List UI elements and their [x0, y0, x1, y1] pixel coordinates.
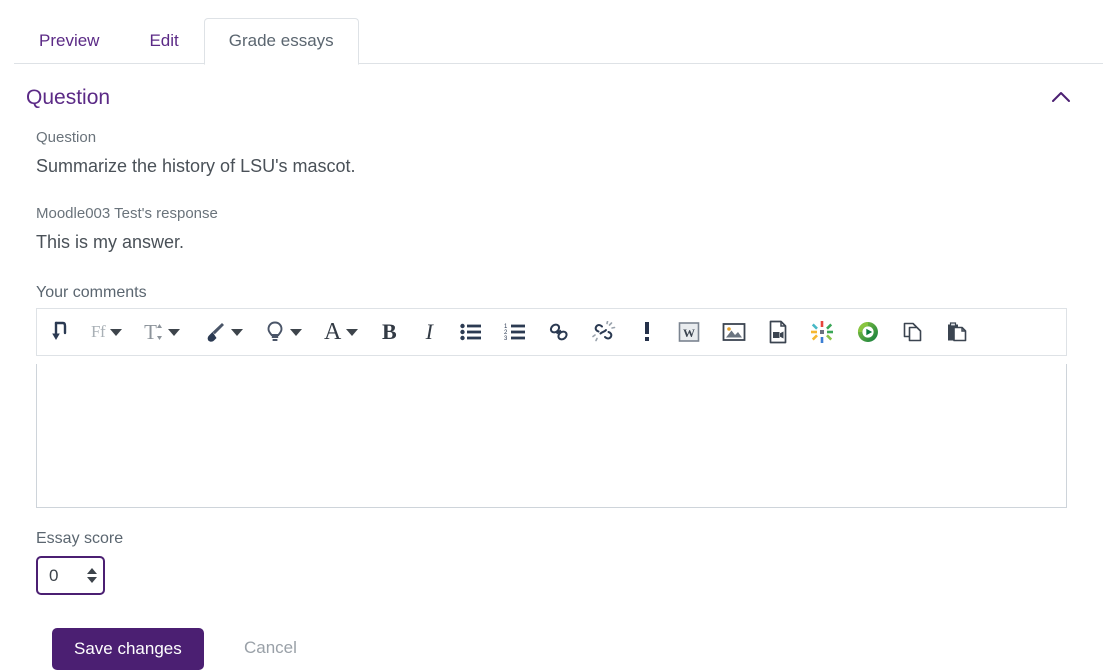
numbered-list-icon[interactable]: 1 2 3: [500, 315, 530, 349]
insert-video-icon[interactable]: [764, 315, 792, 349]
undo-icon[interactable]: [47, 315, 73, 349]
font-family-select[interactable]: Ff: [87, 315, 126, 349]
chevron-down-icon: [346, 328, 359, 336]
chevron-down-icon: [230, 328, 243, 336]
tab-grade-essays[interactable]: Grade essays: [203, 18, 359, 65]
font-size-select[interactable]: T: [140, 315, 184, 349]
page-title: Question: [26, 86, 111, 109]
letter-a-icon: A: [323, 318, 342, 345]
link-icon[interactable]: [544, 315, 574, 349]
chevron-down-icon: [110, 328, 123, 336]
chevron-up-icon: [1051, 90, 1071, 107]
collapse-section-button[interactable]: [1047, 84, 1075, 112]
h5p-icon[interactable]: [806, 315, 838, 349]
highlight-color-icon[interactable]: [261, 315, 306, 349]
word-import-icon[interactable]: W: [674, 315, 704, 349]
text-color-icon[interactable]: [198, 315, 247, 349]
font-family-icon: Ff: [91, 322, 106, 341]
paste-icon[interactable]: [942, 315, 972, 349]
insert-image-icon[interactable]: [718, 315, 750, 349]
tab-grade-essays-label: Grade essays: [228, 31, 334, 50]
chevron-down-icon: [289, 328, 302, 336]
bold-icon[interactable]: B: [376, 315, 402, 349]
response-field-label: Moodle003 Test's response: [36, 205, 218, 222]
question-field-label: Question: [36, 129, 97, 146]
svg-text:W: W: [683, 326, 695, 340]
comments-editor: Ff T A B I 1 2 3 W: [36, 308, 1067, 508]
kaltura-media-icon[interactable]: [852, 315, 884, 349]
cancel-button[interactable]: Cancel: [244, 638, 297, 658]
question-text: Summarize the history of LSU's mascot.: [36, 156, 356, 176]
essay-score-label: Essay score: [36, 530, 124, 547]
svg-text:3: 3: [504, 336, 508, 341]
essay-score-input[interactable]: [38, 564, 87, 587]
italic-letter-icon: I: [425, 319, 433, 344]
tab-preview[interactable]: Preview: [14, 17, 124, 64]
essay-score-stepper[interactable]: [87, 568, 101, 583]
unlink-icon[interactable]: [588, 315, 620, 349]
question-section-header: Question: [0, 76, 1103, 120]
response-text: This is my answer.: [36, 232, 185, 252]
spinner-up-icon[interactable]: [87, 568, 97, 574]
bold-letter-icon: B: [381, 319, 397, 344]
comments-field-label: Your comments: [36, 284, 147, 301]
text-style-icon[interactable]: A: [320, 315, 362, 349]
accessibility-alert-icon[interactable]: [634, 315, 660, 349]
tab-edit-label: Edit: [149, 30, 179, 50]
editor-toolbar: Ff T A B I 1 2 3 W: [36, 308, 1067, 356]
copy-icon[interactable]: [898, 315, 928, 349]
tab-bar: Preview Edit Grade essays: [0, 0, 1103, 65]
tab-preview-label: Preview: [39, 30, 100, 50]
comments-input[interactable]: [36, 364, 1067, 508]
bullet-list-icon[interactable]: [456, 315, 486, 349]
chevron-down-icon: [167, 328, 180, 336]
essay-score-field[interactable]: [36, 556, 105, 595]
tab-list: Preview Edit Grade essays: [14, 0, 359, 65]
italic-icon[interactable]: I: [416, 315, 442, 349]
save-changes-button[interactable]: Save changes: [52, 628, 204, 671]
spinner-down-icon[interactable]: [87, 577, 97, 583]
tab-edit[interactable]: Edit: [124, 17, 203, 64]
